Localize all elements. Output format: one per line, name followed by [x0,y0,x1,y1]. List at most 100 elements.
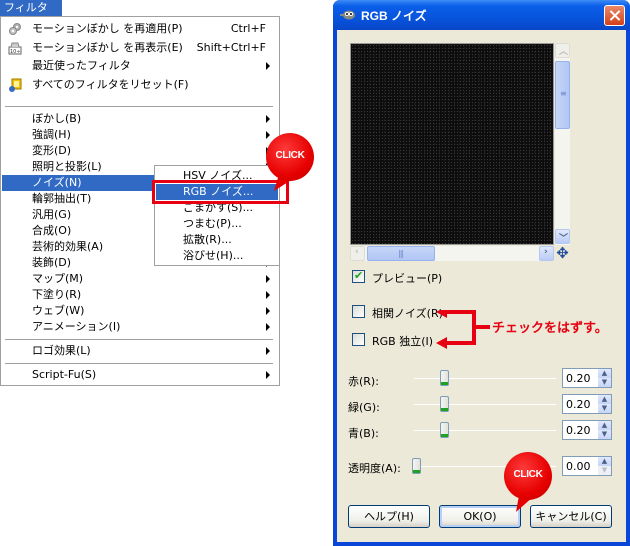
gear-icon [9,23,21,35]
menu-item-script-fu[interactable]: Script-Fu(S) [2,367,278,383]
blue-value: 0.20 [566,424,591,437]
menu-item-label: モーションぼかし を再表示(E) [32,41,183,54]
chevron-up-icon: ︿ [559,47,569,57]
green-value: 0.20 [566,398,591,411]
menubar-filters[interactable]: フィルタ(R) [0,0,62,30]
spin-down-icon[interactable]: ▼ [598,430,611,439]
menu-item-label: 芸術的効果(A) [32,240,104,253]
menu-item-recent-filters[interactable]: 最近使ったフィルタ [2,58,278,74]
submenu-item-slur[interactable]: 浴びせ(H)... [156,248,278,264]
submenu-arrow-icon [266,347,270,355]
grip-icon: ||| [398,249,404,258]
menu-item-reapply-motion-blur[interactable]: モーションぼかし を再適用(P) Ctrl+F [2,21,278,37]
chevron-down-icon: ﹀ [559,234,569,244]
red-slider-thumb[interactable] [440,370,450,386]
submenu-arrow-icon [266,323,270,331]
dialog-icon: 10÷ [8,42,22,55]
menu-item-animation[interactable]: アニメーション(I) [2,319,278,335]
spin-up-icon[interactable]: ▲ [598,421,611,430]
menu-item-label: つまむ(P)... [183,217,242,230]
menu-item-reset-all-filters[interactable]: すべてのフィルタをリセット(F) [2,77,278,93]
scroll-thumb[interactable]: ≡ [555,61,570,129]
alpha-spinbox[interactable]: 0.00 ▲ ▼ [562,456,612,476]
menu-item-label: アニメーション(I) [32,320,121,333]
menu-item-label: ウェブ(W) [32,304,85,317]
callout-text: CLICK [513,469,543,480]
menu-item-map[interactable]: マップ(M) [2,271,278,287]
noise-preview[interactable] [350,43,554,245]
scroll-right-button[interactable]: › [539,246,554,261]
spin-down-icon[interactable]: ▼ [598,466,611,475]
correlated-noise-checkbox[interactable] [352,305,365,318]
blue-slider-thumb[interactable] [440,422,450,438]
submenu-item-spread[interactable]: 拡散(R)... [156,232,278,248]
rgb-noise-dialog: RGB ノイズ ︿ ≡ ﹀ ‹ ||| › ✥ プレビュー(P) 相関ノイズ(R… [333,0,630,546]
menu-item-label: 輪郭抽出(T) [32,192,92,205]
svg-text:10÷: 10÷ [10,49,21,55]
preview-checkbox[interactable] [352,269,365,283]
menu-item-label: Script-Fu(S) [32,368,97,381]
submenu-arrow-icon [266,115,270,123]
submenu-arrow-icon [266,62,270,70]
close-button[interactable] [604,5,625,26]
green-spinbox[interactable]: 0.20 ▲ ▼ [562,394,612,414]
dialog-body: ︿ ≡ ﹀ ‹ ||| › ✥ プレビュー(P) 相関ノイズ(R) RGB 独立… [337,30,626,542]
navigate-move-icon[interactable]: ✥ [555,246,570,261]
chevron-left-icon: ‹ [355,247,359,257]
menu-item-enhance[interactable]: 強調(H) [2,127,278,143]
menu-separator [5,339,273,340]
menu-item-label: 強調(H) [32,128,71,141]
green-slider-track[interactable] [414,404,556,405]
preview-label: プレビュー(P) [372,272,443,285]
alpha-value: 0.00 [566,460,591,473]
alpha-slider-thumb[interactable] [412,458,421,474]
menu-item-logos[interactable]: ロゴ効果(L) [2,343,278,359]
dialog-titlebar[interactable]: RGB ノイズ [333,0,630,30]
submenu-item-pick[interactable]: つまむ(P)... [156,216,278,232]
spin-up-icon[interactable]: ▲ [598,369,611,378]
blue-spinbox[interactable]: 0.20 ▲ ▼ [562,420,612,440]
menu-item-label: マップ(M) [32,272,84,285]
menu-item-distorts[interactable]: 変形(D) [2,143,278,159]
click-callout: CLICK [266,133,314,191]
spin-down-icon[interactable]: ▼ [598,404,611,413]
menu-item-blur[interactable]: ぼかし(B) [2,111,278,127]
menu-item-label: ぼかし(B) [32,112,82,125]
independent-rgb-label: RGB 独立(I) [372,335,434,348]
spin-down-icon[interactable]: ▼ [598,378,611,387]
menu-item-label: 照明と投影(L) [32,160,102,173]
shortcut-label: Shift+Ctrl+F [196,41,266,54]
green-label: 緑(G): [348,401,380,414]
scroll-up-button[interactable]: ︿ [555,43,570,58]
blue-slider-track[interactable] [414,430,556,431]
gimp-icon [340,10,355,20]
submenu-arrow-icon [266,275,270,283]
submenu-arrow-icon [266,291,270,299]
red-slider-track[interactable] [414,378,556,379]
grip-icon: ≡ [560,89,567,98]
independent-rgb-checkbox[interactable] [352,333,365,346]
menu-item-label: 最近使ったフィルタ [32,59,131,72]
green-slider-thumb[interactable] [440,396,450,412]
menu-item-label: 下塗り(R) [32,288,82,301]
correlated-noise-label: 相関ノイズ(R) [372,307,443,320]
preview-horizontal-scrollbar[interactable]: ‹ ||| › [350,246,554,261]
preview-vertical-scrollbar[interactable]: ︿ ≡ ﹀ [555,43,570,245]
scroll-thumb[interactable]: ||| [367,246,435,261]
menu-item-label: ロゴ効果(L) [32,344,91,357]
menu-item-label: 変形(D) [32,144,72,157]
red-label: 赤(R): [348,375,379,388]
scroll-left-button[interactable]: ‹ [350,246,365,261]
help-button[interactable]: ヘルプ(H) [348,505,430,528]
red-spinbox[interactable]: 0.20 ▲ ▼ [562,368,612,388]
dialog-title: RGB ノイズ [361,9,427,23]
submenu-arrow-icon [266,307,270,315]
menu-item-label: ノイズ(N) [32,176,82,189]
menu-item-web[interactable]: ウェブ(W) [2,303,278,319]
spin-up-icon[interactable]: ▲ [598,457,611,466]
spin-up-icon[interactable]: ▲ [598,395,611,404]
menu-item-reshow-motion-blur[interactable]: 10÷ モーションぼかし を再表示(E) Shift+Ctrl+F [2,40,278,56]
scroll-down-button[interactable]: ﹀ [555,229,570,244]
menu-item-render[interactable]: 下塗り(R) [2,287,278,303]
menu-item-label: すべてのフィルタをリセット(F) [32,78,189,91]
